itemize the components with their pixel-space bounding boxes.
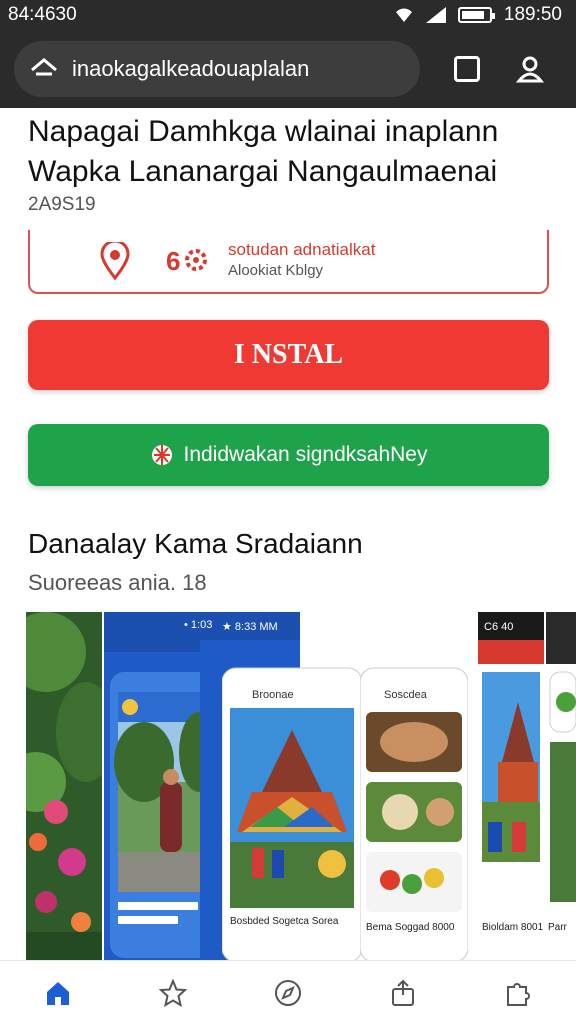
secondary-button-label: Indidwakan signdksahNey <box>183 443 428 466</box>
status-time-right: 189:50 <box>503 4 562 25</box>
secondary-action-button[interactable]: Indidwakan signdksahNey <box>28 424 549 486</box>
nav-explore[interactable] <box>268 973 308 1013</box>
screenshot-4-caption: Bema Soggad 8000 <box>366 922 455 933</box>
screenshot-5-time: C6 40 <box>484 621 513 633</box>
nav-extensions[interactable] <box>498 973 538 1013</box>
install-button[interactable]: I NSTAL <box>28 320 549 390</box>
gear-icon: 6 <box>166 246 207 276</box>
screenshot-3[interactable]: Broonae Bosbded Sogetca Sorea <box>222 612 362 960</box>
section-title: Danaalay Kama Sradaiann <box>28 528 363 559</box>
puzzle-icon[interactable] <box>504 979 532 1007</box>
app-title: Napagai Damhkga wlainai inaplann Wapka L… <box>28 115 499 188</box>
home-icon[interactable] <box>44 979 72 1007</box>
location-pin-icon <box>100 242 130 280</box>
info-texts: sotudan adnatialkat Alookiat Kblgy <box>228 240 375 279</box>
compass-icon[interactable] <box>274 979 302 1007</box>
star-icon[interactable] <box>158 978 187 1007</box>
page-content: Napagai Damhkga wlainai inaplann Wapka L… <box>0 108 576 960</box>
battery-icon <box>457 7 495 23</box>
status-bar: 84:4630 189:50 <box>0 0 576 30</box>
address-bar[interactable]: inaokagalkeadouaplalan <box>14 41 420 97</box>
browser-toolbar: inaokagalkeadouaplalan <box>0 30 576 108</box>
tabs-icon[interactable] <box>454 56 480 82</box>
screenshot-4-header: Soscdea <box>384 689 428 701</box>
screenshot-6[interactable]: Parr <box>546 612 576 960</box>
screenshot-3-header: Broonae <box>252 689 294 701</box>
share-icon[interactable] <box>389 979 417 1007</box>
screenshot-5-caption: Bioldam 8001 <box>482 922 544 933</box>
info-line2: Alookiat Kblgy <box>228 262 324 279</box>
url-text[interactable]: inaokagalkeadouaplalan <box>72 56 309 82</box>
screenshot-6-caption: Parr <box>548 922 568 933</box>
globe-icon <box>151 445 172 465</box>
screenshot-3-caption: Bosbded Sogetca Sorea <box>230 916 339 927</box>
app-meta: 2A9S19 <box>28 194 96 215</box>
status-icons: 189:50 <box>394 4 562 26</box>
nav-home[interactable] <box>38 973 78 1013</box>
nav-share[interactable] <box>383 973 423 1013</box>
bottom-navigation <box>0 960 576 1024</box>
home-outline-icon[interactable] <box>30 58 58 80</box>
battery-level <box>461 11 484 19</box>
info-card[interactable]: 6 sotudan adnatialkat Alookiat Kblgy <box>28 230 549 294</box>
screenshot-4[interactable]: Soscdea Bema Soggad 8000 <box>360 612 468 960</box>
screenshot-1[interactable] <box>26 612 102 960</box>
wifi-icon <box>395 8 412 22</box>
signal-icon <box>425 7 446 23</box>
account-icon[interactable] <box>516 55 544 83</box>
section-subtitle: Suoreeas ania. 18 <box>28 570 207 595</box>
screenshot-2-status: • 1:03 <box>184 619 212 631</box>
screenshot-5[interactable]: C6 40 Bioldam 8001 <box>478 612 544 960</box>
svg-text:6: 6 <box>166 246 180 276</box>
status-time-left: 84:4630 <box>8 4 77 25</box>
screenshot-gallery[interactable]: • 1:03 ★ 8:33 MM Broonae Bosbded Sogetca… <box>26 612 576 960</box>
info-line1: sotudan adnatialkat <box>228 240 376 259</box>
nav-favorites[interactable] <box>153 973 193 1013</box>
